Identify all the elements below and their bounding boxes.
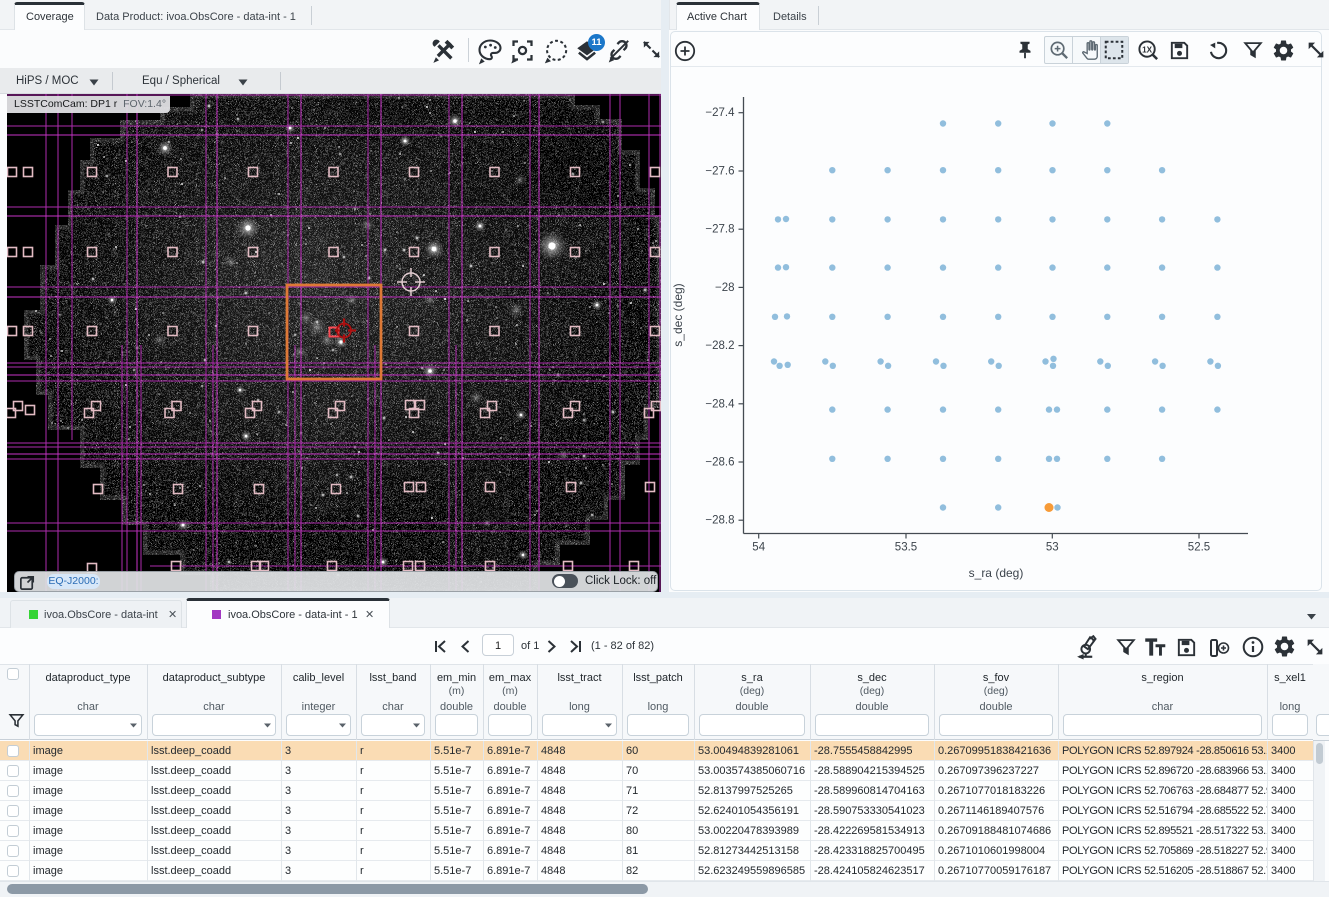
svg-text:53: 53 bbox=[1046, 542, 1059, 554]
svg-text:−27.4: −27.4 bbox=[705, 107, 735, 119]
svg-text:s_ra (deg): s_ra (deg) bbox=[969, 566, 1024, 580]
svg-text:−27.6: −27.6 bbox=[705, 166, 734, 178]
svg-text:s_dec (deg): s_dec (deg) bbox=[671, 283, 685, 346]
svg-text:53.5: 53.5 bbox=[895, 542, 917, 554]
svg-text:54: 54 bbox=[752, 542, 765, 554]
svg-text:52.5: 52.5 bbox=[1188, 542, 1210, 554]
svg-text:−28.6: −28.6 bbox=[705, 457, 734, 469]
svg-text:1X: 1X bbox=[1142, 45, 1153, 54]
svg-text:−28.8: −28.8 bbox=[705, 515, 734, 527]
svg-text:−27.8: −27.8 bbox=[705, 224, 734, 236]
svg-text:−28.4: −28.4 bbox=[705, 398, 735, 410]
svg-text:−28: −28 bbox=[715, 282, 735, 294]
svg-text:−28.2: −28.2 bbox=[705, 340, 734, 352]
